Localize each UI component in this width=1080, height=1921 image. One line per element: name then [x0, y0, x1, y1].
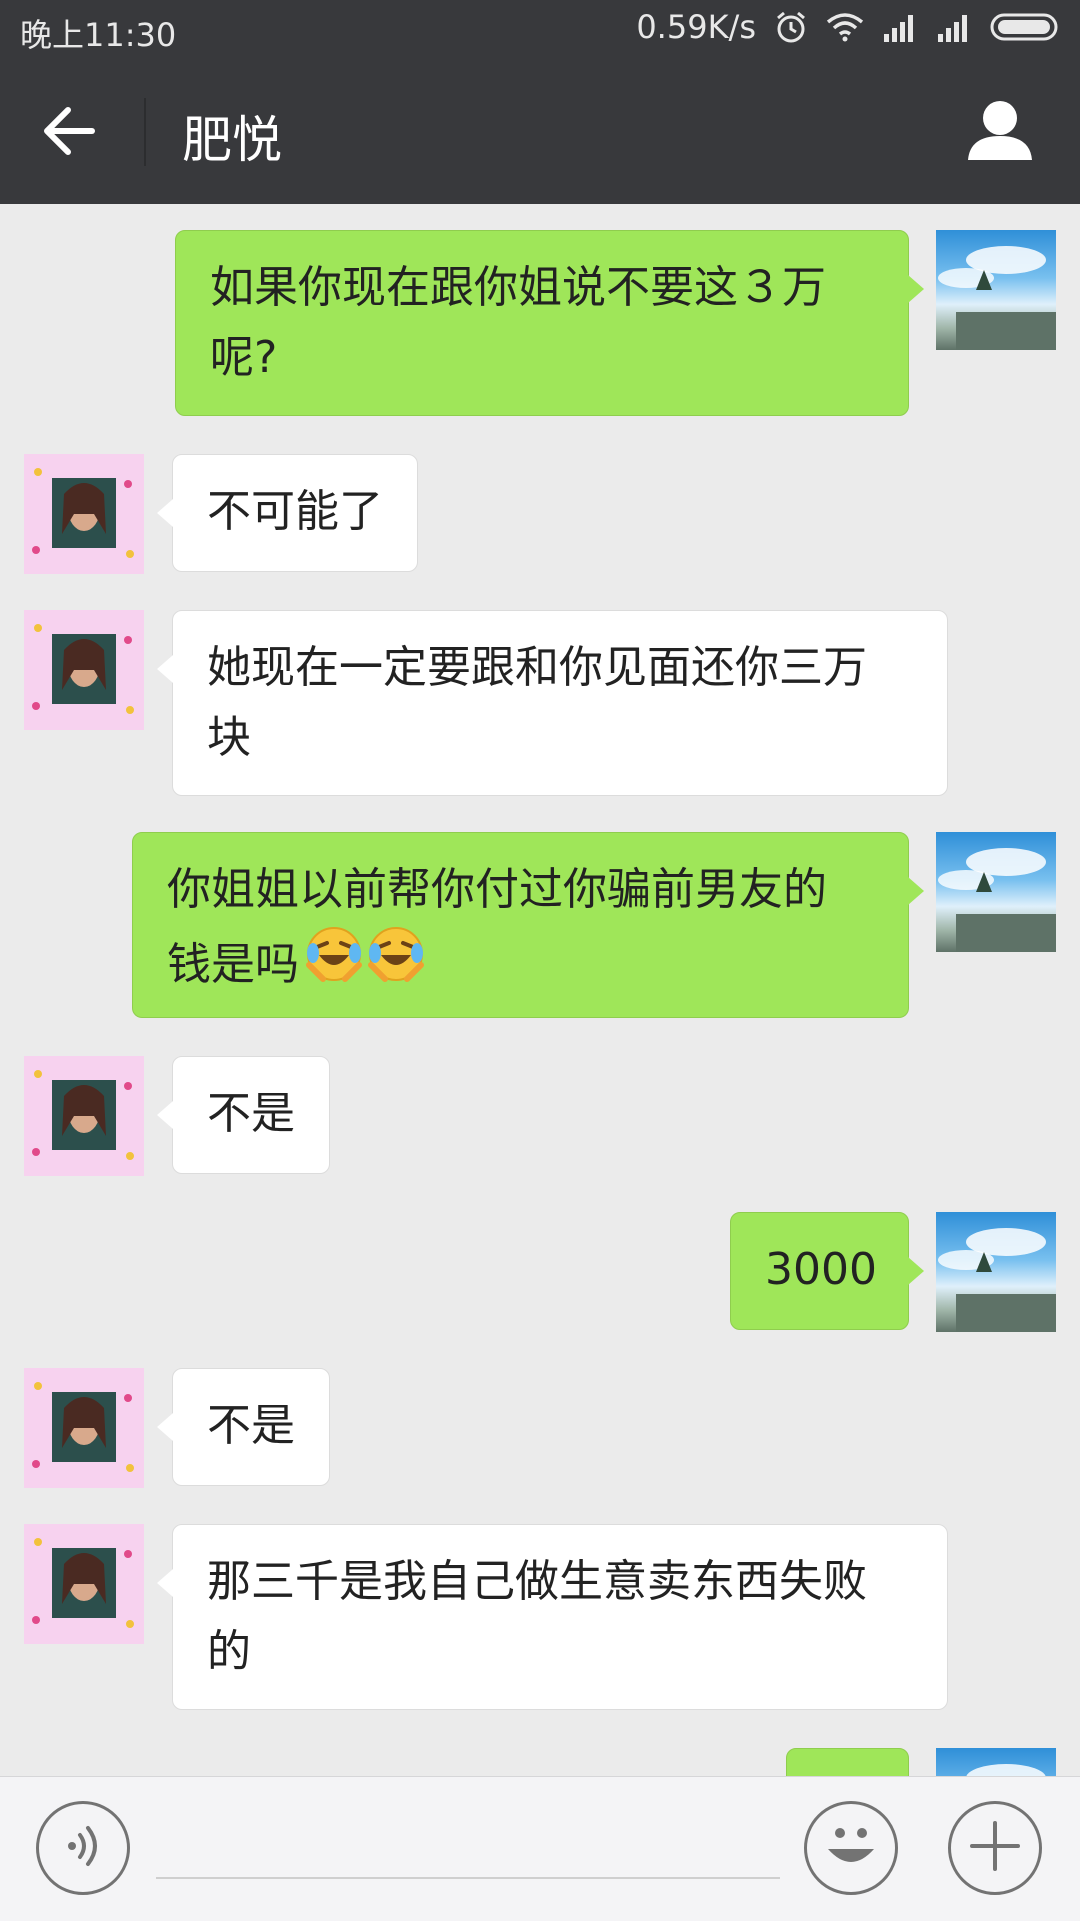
message-text: 不可能了 [207, 486, 383, 537]
message-text: 不是 [207, 1088, 295, 1139]
message-text: 那三千是我自己做生意卖东西失败 [207, 1556, 867, 1607]
message-bubble[interactable]: 不是 [157, 1368, 330, 1486]
my-avatar[interactable] [936, 1748, 1056, 1776]
message-text: 的 [207, 1626, 251, 1677]
face-with-tears-of-joy-icon [367, 925, 425, 1004]
my-avatar[interactable] [936, 832, 1056, 952]
message-text: 如果你现在跟你姐说不要这３万 [210, 262, 826, 313]
friend-avatar[interactable] [24, 1524, 144, 1644]
signal-icon [936, 12, 972, 42]
message-bubble[interactable] [786, 1748, 909, 1776]
my-avatar[interactable] [936, 1212, 1056, 1332]
message-bubble[interactable]: 如果你现在跟你姐说不要这３万 呢? [175, 230, 924, 416]
message-bubble[interactable]: 她现在一定要跟和你见面还你三万 块 [157, 610, 948, 796]
person-icon [966, 101, 1034, 166]
status-bar: 晚上11:30 0.59K/s [0, 0, 1080, 60]
message-bubble[interactable]: 3000 [730, 1212, 924, 1330]
message-text: 钱是吗 [167, 938, 299, 990]
chat-title: 肥悦 [182, 111, 282, 169]
wifi-icon [826, 12, 864, 42]
alarm-icon [774, 10, 808, 44]
friend-avatar[interactable] [24, 610, 144, 730]
message-list[interactable]: 如果你现在跟你姐说不要这３万 呢? 不可能了 她现在一定要跟和你见面还你三万 块… [0, 204, 1080, 1776]
status-time: 晚上11:30 [20, 16, 177, 54]
message-text: 块 [207, 712, 251, 763]
smiley-icon [816, 1811, 886, 1885]
signal-icon [882, 12, 918, 42]
message-input[interactable] [156, 1877, 780, 1879]
voice-button[interactable] [36, 1801, 130, 1895]
message-bubble[interactable]: 不可能了 [157, 454, 418, 572]
more-button[interactable] [948, 1801, 1042, 1895]
face-with-tears-of-joy-icon [305, 925, 363, 1004]
profile-button[interactable] [966, 98, 1034, 166]
plus-icon [968, 1819, 1022, 1877]
chat-header: 肥悦 [0, 60, 1080, 204]
friend-avatar[interactable] [24, 1368, 144, 1488]
friend-avatar[interactable] [24, 454, 144, 574]
emoji-button[interactable] [804, 1801, 898, 1895]
message-text: 呢? [210, 332, 278, 383]
header-divider [144, 98, 146, 166]
my-avatar[interactable] [936, 230, 1056, 350]
message-bubble[interactable]: 不是 [157, 1056, 330, 1174]
friend-avatar[interactable] [24, 1056, 144, 1176]
message-text: 3000 [765, 1244, 877, 1295]
input-bar [0, 1776, 1080, 1921]
message-text: 你姐姐以前帮你付过你骗前男友的 [167, 864, 827, 915]
voice-icon [58, 1821, 108, 1875]
message-bubble[interactable]: 你姐姐以前帮你付过你骗前男友的 钱是吗 [132, 832, 924, 1018]
back-button[interactable] [38, 102, 100, 164]
battery-icon [990, 12, 1062, 42]
message-bubble[interactable]: 那三千是我自己做生意卖东西失败 的 [157, 1524, 948, 1710]
message-text: 不是 [207, 1400, 295, 1451]
arrow-left-icon [42, 106, 96, 160]
network-speed: 0.59K/s [636, 8, 756, 46]
message-text: 她现在一定要跟和你见面还你三万 [207, 642, 867, 693]
